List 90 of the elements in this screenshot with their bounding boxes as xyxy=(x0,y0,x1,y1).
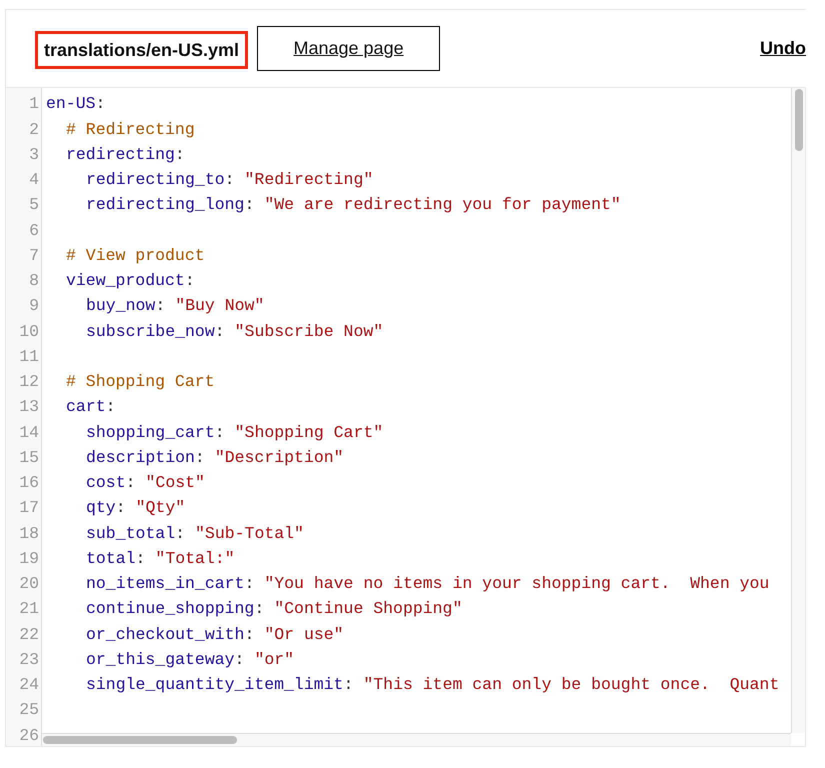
code-key: redirecting_to xyxy=(86,168,225,193)
line-number: 20 xyxy=(18,573,40,595)
code-key: no_items_in_cart xyxy=(86,572,244,597)
code-string: "or" xyxy=(254,648,294,671)
horizontal-scrollbar[interactable] xyxy=(42,733,791,746)
code-string: "Cost" xyxy=(146,472,205,494)
line-number: 25 xyxy=(18,699,40,722)
code-colon: : xyxy=(194,446,205,469)
line-number: 6 xyxy=(28,220,40,242)
code-string: "We are redirecting you for payment" xyxy=(264,194,621,216)
code-key: cost xyxy=(86,471,126,496)
line-number: 26 xyxy=(18,724,40,746)
line-number: 15 xyxy=(18,446,40,469)
line-number: 24 xyxy=(18,674,40,696)
code-key: or_this_gateway xyxy=(86,648,235,672)
line-number: 17 xyxy=(18,497,40,520)
line-number: 4 xyxy=(28,169,40,191)
code-editor[interactable] xyxy=(5,87,806,747)
code-key: description xyxy=(86,446,195,470)
code-colon: : xyxy=(343,674,354,696)
line-number: 8 xyxy=(28,270,40,292)
line-number: 12 xyxy=(18,371,40,393)
code-comment: # View product xyxy=(66,244,205,267)
code-colon: : xyxy=(244,194,254,216)
code-string: "Subscribe Now" xyxy=(234,320,384,342)
code-colon: : xyxy=(136,548,146,570)
scrollbar-thumb[interactable] xyxy=(794,89,802,151)
code-colon: : xyxy=(116,497,126,520)
code-colon: : xyxy=(244,573,254,595)
code-string: "Redirecting" xyxy=(244,169,374,191)
code-key: sub_total xyxy=(86,522,176,546)
code-comment: # Redirecting xyxy=(66,118,195,140)
code-key: continue_shopping xyxy=(86,597,254,622)
code-colon: : xyxy=(184,270,195,292)
code-string: "You have no items in your shopping cart. When you xyxy=(264,573,770,595)
line-number: 21 xyxy=(18,598,40,620)
code-string: "Description" xyxy=(214,446,344,469)
code-key: subscribe_now xyxy=(86,320,215,344)
code-string: "Buy Now" xyxy=(175,295,264,318)
code-key: en-US xyxy=(46,92,96,117)
line-number: 22 xyxy=(18,624,40,646)
line-number: 3 xyxy=(28,144,40,166)
code-key: buy_now xyxy=(86,294,156,319)
code-colon: : xyxy=(254,598,264,620)
code-colon: : xyxy=(244,624,254,646)
manage-page-button[interactable]: Manage page xyxy=(257,26,440,71)
code-colon: : xyxy=(96,93,106,116)
line-number: 19 xyxy=(18,548,40,570)
line-number: 11 xyxy=(18,346,40,368)
line-number: 9 xyxy=(28,295,40,318)
line-number: 23 xyxy=(18,648,40,671)
code-comment: # Shopping Cart xyxy=(66,371,215,393)
code-key: shopping_cart xyxy=(86,420,215,446)
code-colon: : xyxy=(234,648,244,671)
code-colon: : xyxy=(214,320,225,342)
line-number: 14 xyxy=(18,422,40,444)
code-key: total xyxy=(86,546,136,572)
line-number: 7 xyxy=(28,244,40,267)
line-number: 5 xyxy=(28,194,40,216)
code-key: qty xyxy=(86,496,116,521)
undo-link[interactable]: Undo xyxy=(760,35,806,62)
line-number: 13 xyxy=(18,396,40,418)
line-number: 18 xyxy=(18,522,40,544)
code-colon: : xyxy=(126,472,136,494)
line-number: 16 xyxy=(18,472,40,494)
code-string: "Total:" xyxy=(155,548,235,570)
line-number: 1 xyxy=(28,93,40,116)
line-number: 10 xyxy=(18,320,40,342)
code-key: single_quantity_item_limit xyxy=(86,673,344,698)
code-string: "Qty" xyxy=(136,497,186,520)
scrollbar-thumb[interactable] xyxy=(43,736,237,744)
code-colon: : xyxy=(214,422,225,444)
code-string: "This item can only be bought once. Quant xyxy=(363,674,780,696)
code-string: "Or use" xyxy=(264,624,344,646)
code-string: "Shopping Cart" xyxy=(234,422,384,444)
code-colon: : xyxy=(174,144,185,166)
line-number: 2 xyxy=(28,118,40,140)
code-string: "Continue Shopping" xyxy=(274,598,462,620)
code-key: or_checkout_with xyxy=(86,622,244,648)
code-colon: : xyxy=(106,396,116,418)
file-name: translations/en-US.yml xyxy=(35,31,248,69)
code-colon: : xyxy=(175,522,186,544)
code-key: view_product xyxy=(66,269,185,294)
code-key: redirecting_long xyxy=(86,193,244,218)
vertical-scrollbar[interactable] xyxy=(791,88,805,733)
code-colon: : xyxy=(224,169,235,191)
code-key: redirecting xyxy=(66,142,175,168)
code-colon: : xyxy=(155,295,166,318)
code-string: "Sub-Total" xyxy=(195,522,304,544)
code-key: cart xyxy=(66,395,106,420)
